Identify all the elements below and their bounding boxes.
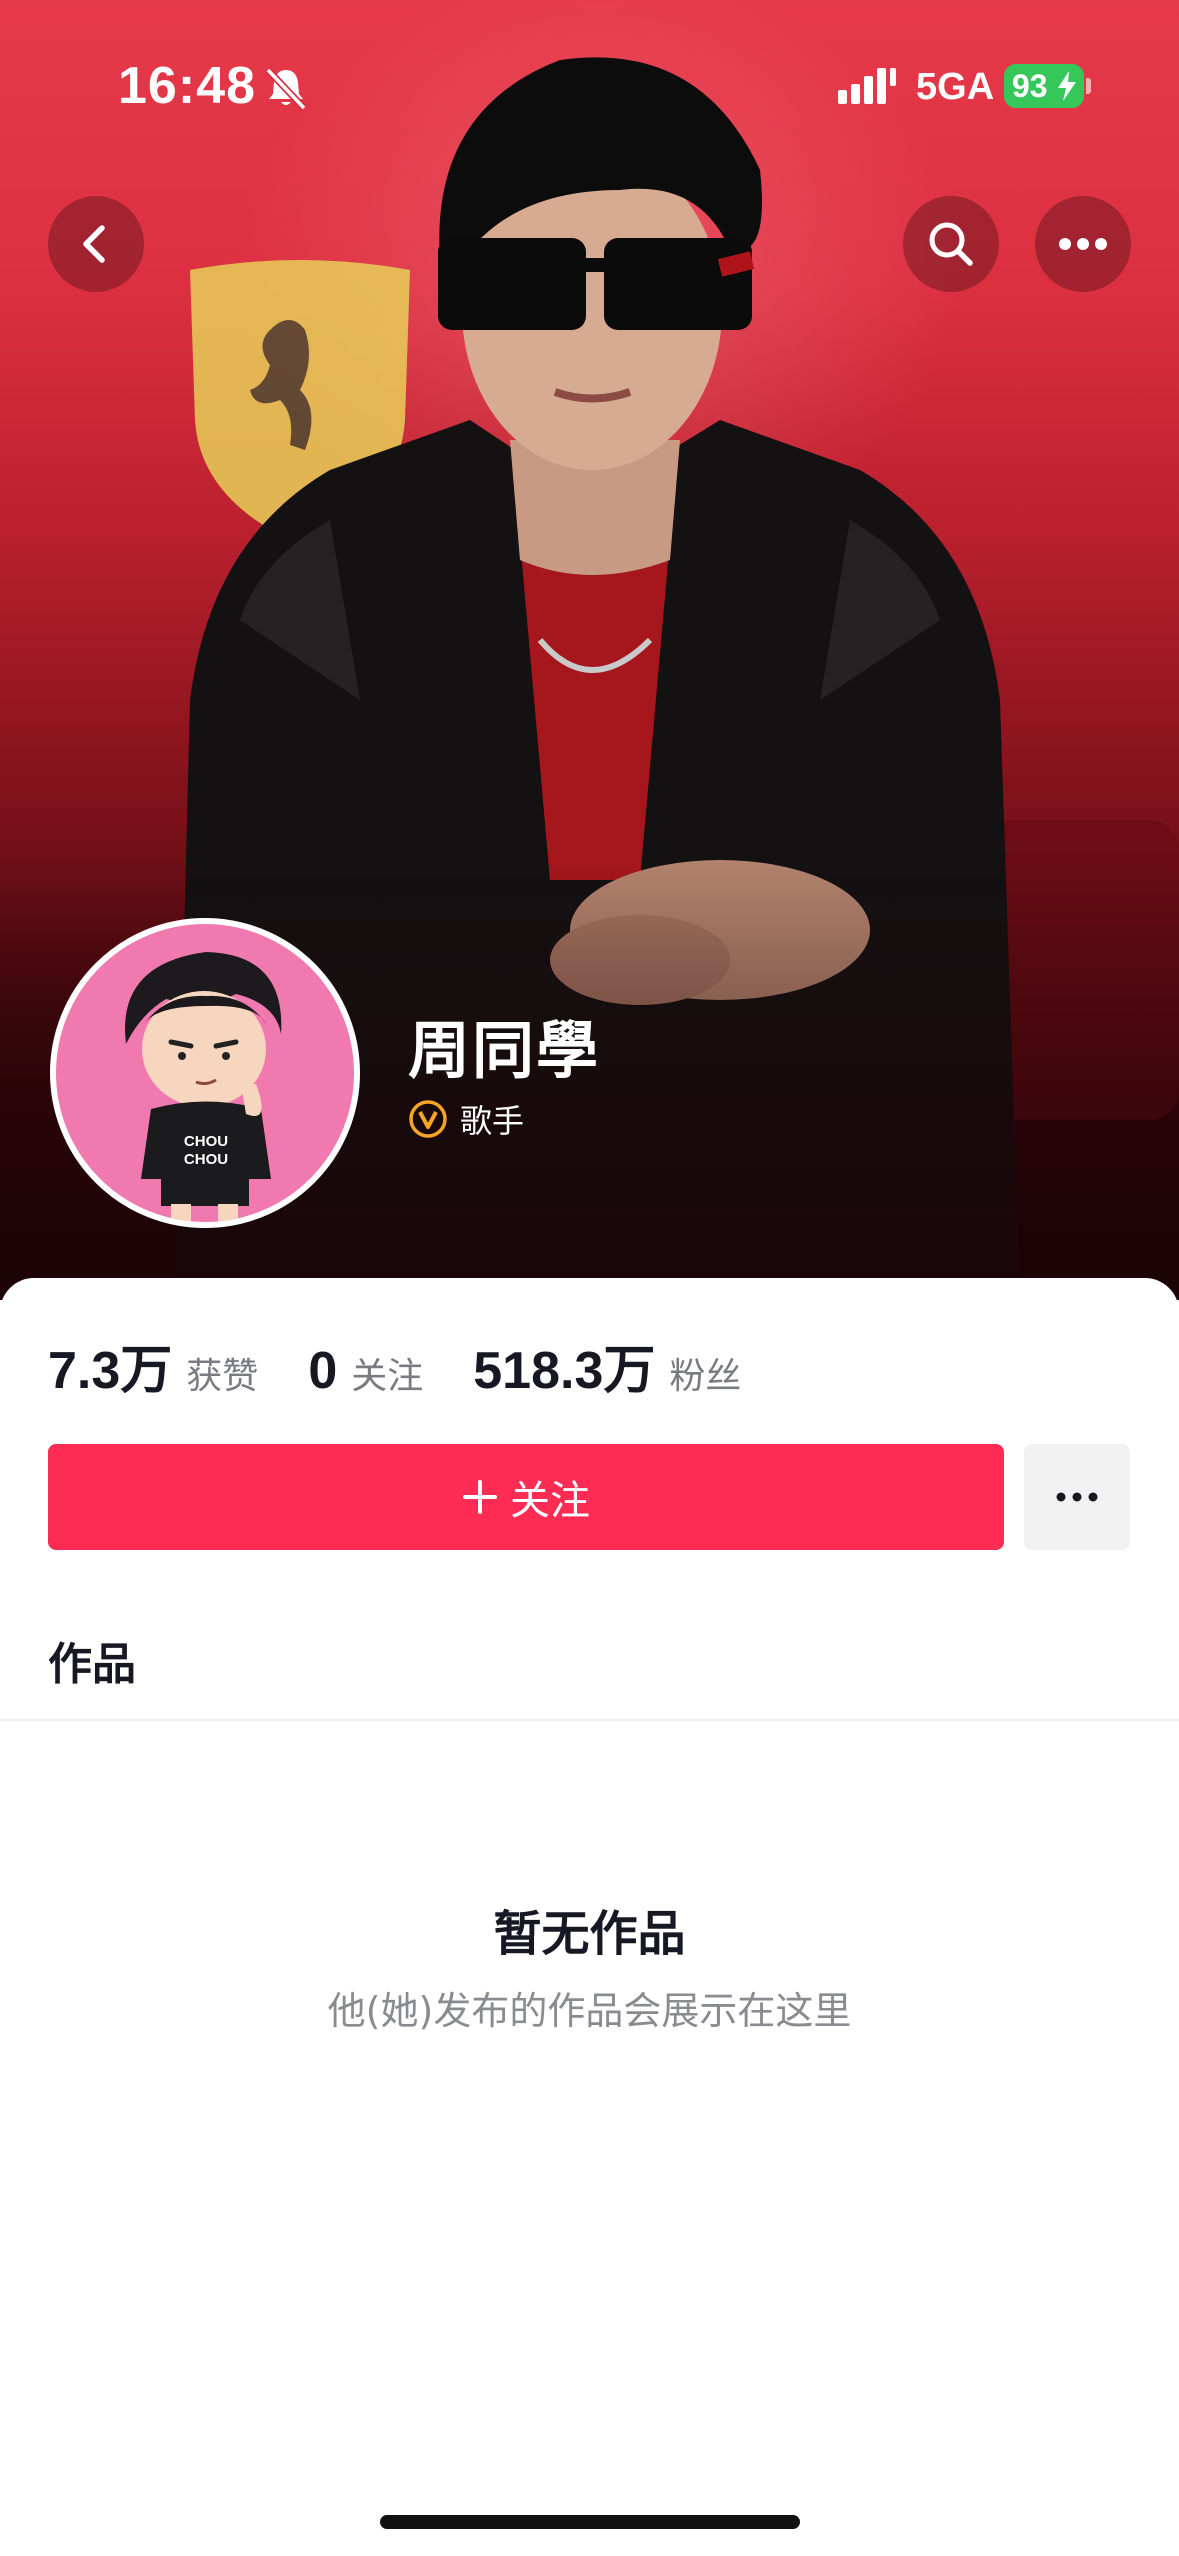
- avatar[interactable]: CHOU CHOU: [50, 918, 360, 1228]
- profile-card: 7.3万 获赞 0 关注 518.3万 粉丝 关注 作品 暂无作品 他(她)发布…: [0, 1278, 1179, 2556]
- follow-button[interactable]: 关注: [48, 1444, 1004, 1550]
- cartoon-avatar-image: CHOU CHOU: [125, 952, 282, 1222]
- profile-banner: 16:48 5GA 93 CHOU CHOU 周同學 歌手: [0, 0, 1179, 1300]
- more-horizontal-icon: [1056, 1492, 1098, 1502]
- stat-likes[interactable]: 7.3万 获赞: [48, 1328, 258, 1403]
- charging-bolt-icon: [1058, 71, 1076, 101]
- stat-value: 518.3万: [473, 1342, 656, 1400]
- verification-row: 歌手: [408, 1096, 524, 1142]
- follow-label: 关注: [510, 1479, 590, 1523]
- search-button[interactable]: [903, 196, 999, 292]
- bell-muted-icon: [265, 67, 307, 111]
- tab-divider: [0, 1719, 1179, 1721]
- stat-label: 关注: [351, 1356, 424, 1397]
- more-horizontal-icon: [1059, 238, 1107, 250]
- stat-value: 7.3万: [48, 1342, 173, 1400]
- home-indicator[interactable]: [380, 2515, 800, 2529]
- back-button[interactable]: [48, 196, 144, 292]
- stat-following[interactable]: 0 关注: [308, 1341, 423, 1401]
- stats-row: 7.3万 获赞 0 关注 518.3万 粉丝: [48, 1328, 791, 1403]
- chevron-left-icon: [83, 225, 105, 263]
- more-button[interactable]: [1035, 196, 1131, 292]
- plus-icon: [463, 1480, 497, 1514]
- cellular-signal-icon: [838, 68, 896, 104]
- network-type: 5GA: [916, 66, 995, 108]
- stat-followers[interactable]: 518.3万 粉丝: [473, 1328, 741, 1403]
- empty-state-title: 暂无作品: [493, 1906, 686, 1962]
- avatar-shirt-text: CHOU: [184, 1133, 228, 1150]
- empty-state-description: 他(她)发布的作品会展示在这里: [327, 1989, 852, 2033]
- verified-v-icon: [409, 1100, 447, 1138]
- profile-role: 歌手: [460, 1102, 525, 1140]
- tab-works[interactable]: 作品: [48, 1628, 136, 1692]
- status-time: 16:48: [118, 57, 256, 115]
- stat-label: 粉丝: [669, 1356, 742, 1397]
- battery-indicator: 93: [1004, 64, 1084, 108]
- status-bar: 16:48 5GA 93: [0, 0, 1179, 170]
- battery-tip: [1086, 78, 1091, 94]
- more-options-button[interactable]: [1024, 1444, 1130, 1550]
- stat-value: 0: [308, 1342, 338, 1400]
- profile-name: 周同學: [408, 1014, 601, 1087]
- battery-level: 93: [1012, 67, 1048, 104]
- svg-text:CHOU: CHOU: [184, 1151, 228, 1168]
- stat-label: 获赞: [186, 1356, 259, 1397]
- search-icon: [929, 222, 973, 266]
